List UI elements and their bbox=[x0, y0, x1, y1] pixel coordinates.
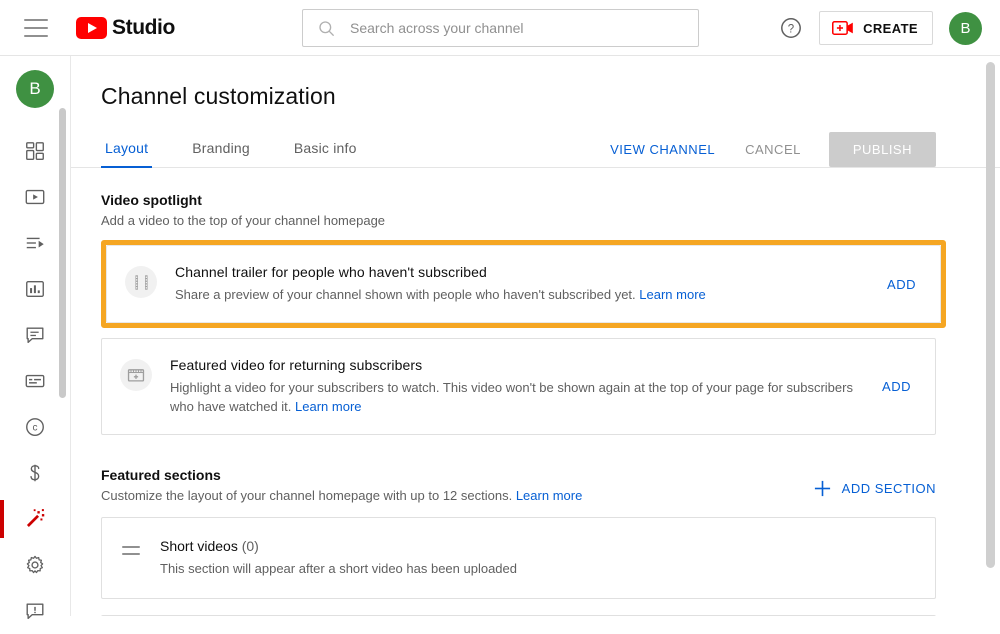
main-content: Channel customization Layout Branding Ba… bbox=[71, 56, 1000, 616]
subtitles-icon bbox=[25, 374, 45, 388]
sidebar-item-earn[interactable] bbox=[0, 450, 70, 496]
drag-handle-icon[interactable] bbox=[122, 546, 140, 555]
featured-video-card[interactable]: Featured video for returning subscribers… bbox=[101, 338, 936, 435]
gear-icon bbox=[26, 555, 44, 574]
featured-video-learn-more-link[interactable]: Learn more bbox=[295, 399, 361, 414]
feedback-icon bbox=[26, 603, 44, 620]
featured-video-icon-wrapper bbox=[120, 359, 152, 391]
video-spotlight-header: Video spotlight Add a video to the top o… bbox=[101, 192, 981, 228]
featured-sections-title: Featured sections bbox=[101, 467, 221, 483]
featured-sections-header: Featured sections Customize the layout o… bbox=[101, 467, 981, 503]
featured-video-icon bbox=[127, 369, 145, 382]
page-scrollbar[interactable] bbox=[986, 62, 995, 568]
left-sidebar: B c bbox=[0, 56, 71, 620]
studio-logo[interactable]: Studio bbox=[76, 16, 175, 40]
tab-basic-info[interactable]: Basic info bbox=[290, 140, 361, 168]
add-section-button[interactable]: ADD SECTION bbox=[813, 479, 936, 498]
sidebar-item-send-feedback[interactable] bbox=[0, 588, 70, 634]
search-box[interactable] bbox=[302, 9, 699, 47]
featured-video-desc-text: Highlight a video for your subscribers t… bbox=[170, 380, 853, 414]
hamburger-menu-icon[interactable] bbox=[24, 18, 48, 37]
featured-sections-subtitle-text: Customize the layout of your channel hom… bbox=[101, 488, 513, 503]
top-bar: Studio ? CREATE B bbox=[0, 0, 1000, 56]
short-videos-title-text: Short videos bbox=[160, 538, 238, 554]
brand-label: Studio bbox=[112, 15, 175, 39]
short-videos-body: Short videos (0) This section will appea… bbox=[160, 538, 517, 576]
featured-video-desc: Highlight a video for your subscribers t… bbox=[170, 378, 864, 416]
help-circle-icon[interactable]: ? bbox=[779, 16, 803, 40]
sidebar-scrollbar[interactable] bbox=[59, 108, 66, 398]
channel-trailer-add-button[interactable]: ADD bbox=[879, 271, 924, 298]
channel-trailer-title: Channel trailer for people who haven't s… bbox=[175, 264, 487, 280]
page-title: Channel customization bbox=[101, 83, 336, 109]
search-input[interactable] bbox=[350, 20, 698, 36]
film-strip-icon-wrapper bbox=[125, 266, 157, 298]
svg-text:?: ? bbox=[788, 23, 794, 35]
magic-wand-icon bbox=[26, 509, 45, 527]
create-video-icon bbox=[832, 20, 853, 36]
section-card-short-videos[interactable]: Short videos (0) This section will appea… bbox=[101, 517, 936, 599]
featured-sections-subtitle: Customize the layout of your channel hom… bbox=[101, 488, 582, 503]
short-videos-count: (0) bbox=[241, 538, 259, 554]
channel-trailer-card[interactable]: Channel trailer for people who haven't s… bbox=[106, 245, 941, 323]
sidebar-item-copyright[interactable]: c bbox=[0, 404, 70, 450]
tab-layout[interactable]: Layout bbox=[101, 140, 153, 168]
dollar-sign-icon bbox=[30, 464, 40, 482]
channel-trailer-learn-more-link[interactable]: Learn more bbox=[639, 287, 705, 302]
featured-video-title: Featured video for returning subscribers bbox=[170, 357, 423, 373]
copyright-icon: c bbox=[26, 418, 44, 436]
sidebar-channel-avatar[interactable]: B bbox=[16, 70, 54, 108]
featured-sections-learn-more-link[interactable]: Learn more bbox=[516, 488, 582, 503]
search-icon bbox=[319, 20, 334, 36]
add-section-label: ADD SECTION bbox=[841, 481, 936, 496]
featured-video-body: Featured video for returning subscribers… bbox=[170, 357, 874, 416]
create-button-label: CREATE bbox=[863, 20, 918, 36]
sidebar-item-customization[interactable] bbox=[0, 496, 70, 542]
channel-trailer-body: Channel trailer for people who haven't s… bbox=[175, 264, 879, 304]
page-inner: Channel customization Layout Branding Ba… bbox=[71, 56, 1000, 616]
create-button[interactable]: CREATE bbox=[819, 11, 933, 45]
cancel-button[interactable]: CANCEL bbox=[731, 133, 815, 166]
svg-text:c: c bbox=[32, 423, 37, 434]
dashboard-icon bbox=[26, 142, 44, 160]
playlist-icon bbox=[26, 237, 44, 249]
youtube-play-icon bbox=[76, 16, 107, 39]
tab-branding[interactable]: Branding bbox=[188, 140, 254, 168]
video-spotlight-title: Video spotlight bbox=[101, 192, 202, 208]
view-channel-button[interactable]: VIEW CHANNEL bbox=[600, 133, 725, 166]
publish-button[interactable]: PUBLISH bbox=[828, 132, 936, 167]
account-avatar[interactable]: B bbox=[949, 11, 982, 45]
channel-trailer-desc: Share a preview of your channel shown wi… bbox=[175, 285, 869, 304]
plus-icon bbox=[814, 480, 830, 497]
page-actions: VIEW CHANNEL CANCEL PUBLISH bbox=[600, 132, 936, 167]
top-right-actions: ? CREATE B bbox=[779, 0, 982, 56]
featured-video-add-button[interactable]: ADD bbox=[874, 373, 919, 400]
video-content-icon bbox=[25, 189, 45, 205]
short-videos-desc: This section will appear after a short v… bbox=[160, 561, 517, 576]
channel-trailer-desc-text: Share a preview of your channel shown wi… bbox=[175, 287, 636, 302]
video-spotlight-subtitle: Add a video to the top of your channel h… bbox=[101, 213, 386, 228]
sidebar-item-settings[interactable] bbox=[0, 542, 70, 588]
short-videos-title: Short videos (0) bbox=[160, 538, 517, 554]
film-strip-icon bbox=[134, 274, 148, 290]
comment-bubble-icon bbox=[26, 327, 44, 344]
analytics-bar-chart-icon bbox=[26, 280, 44, 298]
highlight-outline: Channel trailer for people who haven't s… bbox=[101, 240, 946, 328]
